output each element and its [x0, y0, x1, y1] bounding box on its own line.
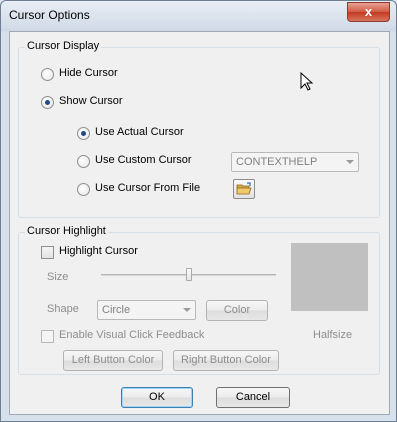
- close-icon: x: [364, 4, 373, 19]
- highlight-cursor-checkbox[interactable]: [41, 246, 54, 259]
- custom-cursor-value: CONTEXTHELP: [236, 156, 318, 168]
- use-actual-cursor-radio[interactable]: [77, 127, 90, 140]
- right-button-color-button[interactable]: Right Button Color: [173, 350, 279, 371]
- dialog-client-area: Cursor Display Hide Cursor Show Cursor U…: [9, 31, 390, 415]
- chevron-down-icon: [183, 308, 191, 312]
- shape-label: Shape: [47, 303, 79, 315]
- cancel-button[interactable]: Cancel: [216, 387, 290, 408]
- chevron-down-icon: [346, 160, 354, 164]
- cursor-highlight-group-label: Cursor Highlight: [25, 225, 108, 237]
- visual-click-checkbox[interactable]: [41, 330, 54, 343]
- use-cursor-from-file-radio[interactable]: [77, 183, 90, 196]
- use-custom-cursor-label[interactable]: Use Custom Cursor: [95, 154, 192, 166]
- window-title: Cursor Options: [9, 8, 90, 22]
- highlight-preview: [291, 243, 368, 311]
- cursor-highlight-group: Cursor Highlight Highlight Cursor Size S…: [18, 225, 380, 375]
- use-custom-cursor-radio[interactable]: [77, 155, 90, 168]
- cursor-options-dialog: Cursor Options x Cursor Display Hide Cur…: [0, 0, 397, 422]
- hide-cursor-label[interactable]: Hide Cursor: [59, 67, 118, 79]
- cursor-display-group: Cursor Display Hide Cursor Show Cursor U…: [18, 40, 380, 218]
- arrow-cursor-icon: [300, 72, 314, 91]
- color-button[interactable]: Color: [206, 300, 268, 321]
- hide-cursor-radio[interactable]: [41, 68, 54, 81]
- folder-open-icon: [236, 182, 252, 195]
- use-actual-cursor-label[interactable]: Use Actual Cursor: [95, 126, 184, 138]
- left-button-color-button[interactable]: Left Button Color: [63, 350, 163, 371]
- halfsize-label: Halfsize: [313, 329, 353, 341]
- custom-cursor-select[interactable]: CONTEXTHELP: [231, 152, 359, 172]
- highlight-cursor-label[interactable]: Highlight Cursor: [59, 245, 138, 257]
- show-cursor-label[interactable]: Show Cursor: [59, 95, 123, 107]
- title-bar[interactable]: Cursor Options x: [1, 1, 396, 31]
- browse-file-button[interactable]: [233, 179, 255, 199]
- shape-value: Circle: [102, 304, 131, 316]
- size-slider-thumb[interactable]: [185, 268, 192, 281]
- size-label: Size: [47, 271, 69, 283]
- show-cursor-radio[interactable]: [41, 96, 54, 109]
- visual-click-label[interactable]: Enable Visual Click Feedback: [59, 329, 204, 341]
- cursor-display-group-label: Cursor Display: [25, 40, 102, 52]
- ok-button[interactable]: OK: [121, 387, 193, 408]
- use-cursor-from-file-label[interactable]: Use Cursor From File: [95, 182, 200, 194]
- shape-select[interactable]: Circle: [97, 300, 196, 320]
- close-button[interactable]: x: [347, 2, 390, 22]
